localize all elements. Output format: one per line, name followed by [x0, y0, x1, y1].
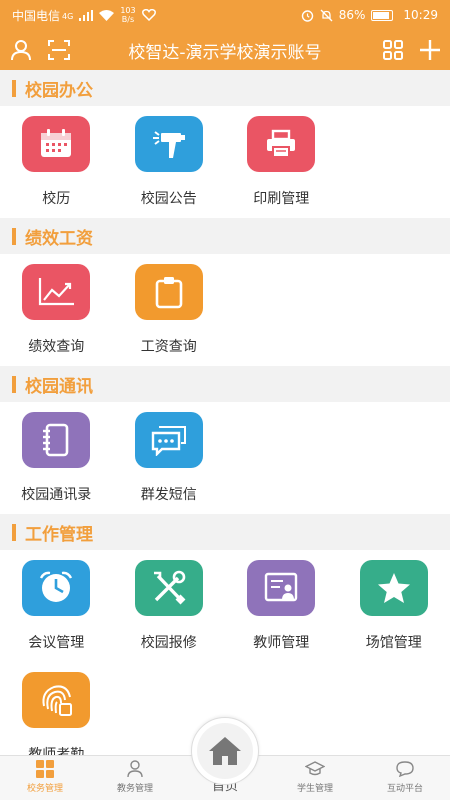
- section-header: 工作管理: [0, 514, 450, 550]
- section-grid: 绩效查询 工资查询: [0, 254, 450, 366]
- section-title: 工作管理: [25, 524, 93, 545]
- fingerprint-icon: [22, 672, 91, 728]
- app-tile-label: 校园通讯录: [21, 487, 92, 503]
- app-tile-label: 教师管理: [253, 635, 310, 651]
- app-tile-label: 绩效查询: [28, 339, 85, 355]
- scan-icon[interactable]: [46, 37, 72, 63]
- add-icon[interactable]: [417, 37, 443, 63]
- network-type: 4G: [62, 12, 74, 21]
- app-tile-attendance[interactable]: 教师考勤: [0, 662, 113, 755]
- calendar-icon: [22, 116, 91, 172]
- section-accent-bar: [12, 523, 16, 541]
- grid-icon: [36, 759, 54, 779]
- person-icon: [126, 759, 144, 779]
- heart-app-icon: [141, 9, 156, 21]
- clock: 10:29: [403, 8, 438, 22]
- chat-bubble-icon: [395, 759, 415, 779]
- app-tile-meeting[interactable]: 会议管理: [0, 550, 113, 662]
- section-accent-bar: [12, 375, 16, 393]
- nav-item-label: 学生管理: [296, 784, 333, 794]
- section-grid: 校历 校园公告 印刷管理: [0, 106, 450, 218]
- home-icon: [197, 723, 253, 779]
- app-tile-label: 场馆管理: [365, 635, 422, 651]
- mute-bell-icon: [320, 9, 333, 21]
- main-content: 校园办公 校历 校园公告 印刷管理 绩效工资 绩效查询 工资查询 校园通讯 校园…: [0, 70, 450, 755]
- graduation-cap-icon: [305, 759, 325, 779]
- tools-icon: [134, 560, 203, 616]
- section-title: 绩效工资: [25, 228, 93, 249]
- nav-item-interaction[interactable]: 互动平台: [360, 756, 450, 800]
- app-bar: 校智达-演示学校演示账号: [0, 30, 450, 70]
- section-accent-bar: [12, 79, 16, 97]
- nav-item-school-affairs[interactable]: 校务管理: [0, 756, 90, 800]
- status-bar: 中国电信 4G 103 B/s 86% 10:29: [0, 0, 450, 30]
- wifi-icon: [99, 9, 115, 21]
- app-tile-label: 印刷管理: [253, 191, 310, 207]
- message-icon: [134, 412, 203, 468]
- nav-item-label: 校务管理: [26, 784, 63, 794]
- address-book-icon: [22, 412, 91, 468]
- app-tile-print[interactable]: 印刷管理: [225, 106, 338, 218]
- net-speed: 103 B/s: [120, 6, 136, 24]
- app-tile-repair[interactable]: 校园报修: [113, 550, 226, 662]
- nav-item-students[interactable]: 学生管理: [270, 756, 360, 800]
- app-tile-performance[interactable]: 绩效查询: [0, 254, 113, 366]
- app-tile-label: 校历: [42, 191, 71, 207]
- section-accent-bar: [12, 227, 16, 245]
- app-tile-teacher[interactable]: 教师管理: [225, 550, 338, 662]
- nav-item-academic[interactable]: 教务管理: [90, 756, 180, 800]
- signal-icon: [79, 9, 94, 21]
- section-header: 校园办公: [0, 70, 450, 106]
- home-button[interactable]: [191, 717, 259, 785]
- app-tile-announcement[interactable]: 校园公告: [113, 106, 226, 218]
- nav-item-label: 教务管理: [116, 784, 153, 794]
- clipboard-icon: [134, 264, 203, 320]
- alarm-icon: [301, 9, 313, 22]
- app-tile-salary[interactable]: 工资查询: [113, 254, 226, 366]
- section-title: 校园通讯: [25, 376, 93, 397]
- printer-icon: [247, 116, 316, 172]
- app-tile-calendar[interactable]: 校历: [0, 106, 113, 218]
- battery-percent: 86%: [338, 8, 366, 22]
- grid-menu-icon[interactable]: [380, 37, 406, 63]
- megaphone-icon: [134, 116, 203, 172]
- teacher-board-icon: [247, 560, 316, 616]
- app-tile-label: 教师考勤: [28, 747, 85, 755]
- section-header: 绩效工资: [0, 218, 450, 254]
- line-chart-icon: [22, 264, 91, 320]
- app-tile-label: 校园报修: [140, 635, 197, 651]
- app-tile-label: 工资查询: [140, 339, 197, 355]
- nav-item-label: 互动平台: [386, 784, 423, 794]
- app-tile-label: 群发短信: [140, 487, 197, 503]
- clock-icon: [22, 560, 91, 616]
- app-tile-label: 会议管理: [28, 635, 85, 651]
- star-icon: [359, 560, 428, 616]
- battery-icon: [371, 9, 394, 21]
- app-tile-venue[interactable]: 场馆管理: [338, 550, 450, 662]
- section-header: 校园通讯: [0, 366, 450, 402]
- app-tile-sms[interactable]: 群发短信: [113, 402, 226, 514]
- carrier-label: 中国电信: [12, 8, 61, 23]
- app-tile-label: 校园公告: [140, 191, 197, 207]
- section-title: 校园办公: [25, 80, 93, 101]
- profile-icon[interactable]: [8, 37, 34, 63]
- section-grid: 校园通讯录 群发短信: [0, 402, 450, 514]
- app-tile-directory[interactable]: 校园通讯录: [0, 402, 113, 514]
